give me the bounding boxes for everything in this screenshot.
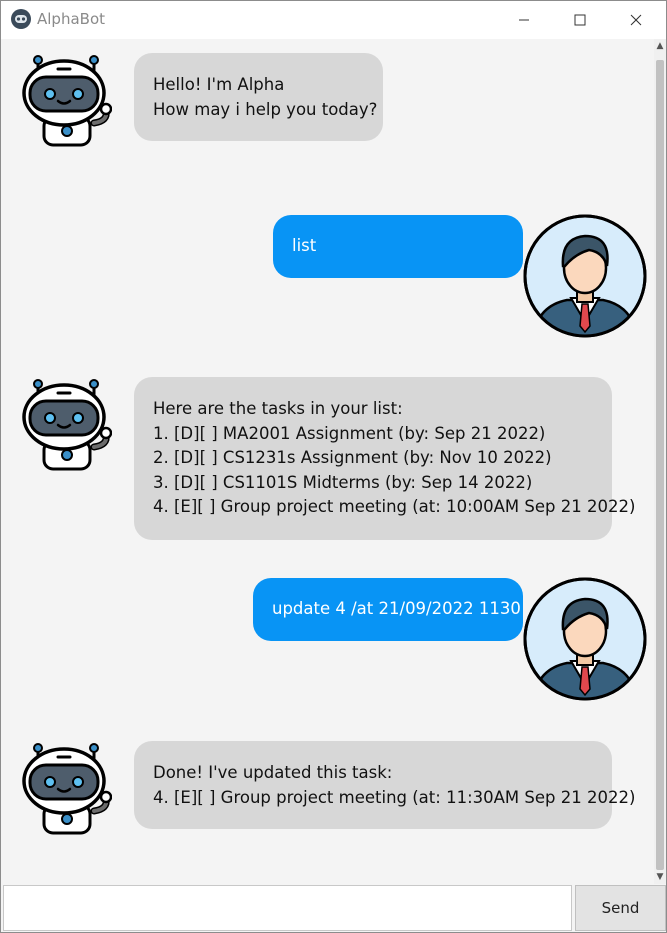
scroll-down-arrow-icon[interactable]: ▼ [654, 870, 666, 884]
message-line: 4. [E][ ] Group project meeting (at: 10:… [153, 497, 636, 516]
businessman-avatar-icon [523, 214, 647, 338]
title-bar: AlphaBot [1, 1, 666, 39]
message-line: update 4 /at 21/09/2022 1130 [272, 599, 521, 619]
maximize-icon [574, 14, 586, 26]
maximize-button[interactable] [557, 1, 603, 39]
message-line: Hello! I'm Alpha [153, 75, 285, 94]
message-line: Here are the tasks in your list: [153, 399, 403, 418]
message-line: 1. [D][ ] MA2001 Assignment (by: Sep 21 … [153, 423, 546, 443]
scroll-up-arrow-icon[interactable]: ▲ [654, 39, 666, 53]
minimize-button[interactable] [501, 1, 547, 39]
chat-scrollbar[interactable]: ▲ ▼ [654, 39, 666, 884]
message-line: 3. [D][ ] CS1101S Midterms (by: Sep 14 2… [153, 472, 533, 492]
message-line: list [292, 236, 317, 256]
minimize-icon [519, 19, 529, 21]
robot-avatar-icon [22, 743, 112, 835]
scroll-thumb[interactable] [656, 60, 664, 870]
chat-panel[interactable]: Hello! I'm Alpha How may i help you toda… [1, 39, 654, 884]
businessman-avatar-icon [523, 577, 647, 701]
message-input[interactable] [3, 885, 572, 931]
bot-message-bubble: Done! I've updated this task: 4. [E][ ] … [134, 741, 636, 829]
message-line: 4. [E][ ] Group project meeting (at: 11:… [153, 787, 636, 807]
message-line: Done! I've updated this task: [153, 763, 393, 782]
send-button[interactable]: Send [575, 885, 666, 931]
bot-message-bubble: Here are the tasks in your list: 1. [D][… [134, 377, 636, 540]
user-message-bubble: update 4 /at 21/09/2022 1130 [253, 578, 523, 641]
message-line: 2. [D][ ] CS1231s Assignment (by: Nov 10… [153, 448, 552, 467]
window-title: AlphaBot [37, 10, 105, 28]
close-icon [630, 14, 642, 26]
app-window: AlphaBot Hello! I'm Alpha How may i help… [0, 0, 667, 933]
input-bar: Send [1, 884, 666, 932]
robot-app-icon [11, 9, 31, 29]
user-message-bubble: list [273, 215, 523, 278]
close-button[interactable] [613, 1, 659, 39]
message-line: How may i help you today? [153, 99, 378, 119]
bot-message-bubble: Hello! I'm Alpha How may i help you toda… [134, 53, 383, 141]
robot-avatar-icon [22, 379, 112, 471]
robot-avatar-icon [22, 55, 112, 147]
